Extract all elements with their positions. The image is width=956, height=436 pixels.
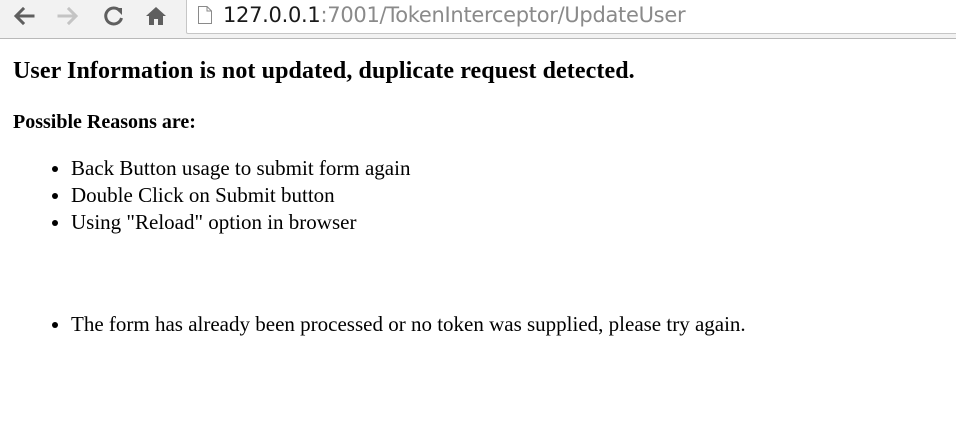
address-bar[interactable]: 127.0.0.1:7001/TokenInterceptor/UpdateUs… <box>186 0 956 34</box>
home-icon <box>146 7 166 25</box>
page-title: User Information is not updated, duplica… <box>13 58 635 84</box>
url-text: 127.0.0.1:7001/TokenInterceptor/UpdateUs… <box>223 1 686 29</box>
reload-button[interactable] <box>100 3 128 29</box>
url-host: 127.0.0.1 <box>223 3 321 27</box>
page-icon <box>198 6 212 24</box>
list-item: Double Click on Submit button <box>71 182 943 209</box>
list-item: Back Button usage to submit form again <box>71 155 943 182</box>
reasons-heading: Possible Reasons are: <box>13 111 196 133</box>
reasons-list: Back Button usage to submit form again D… <box>13 155 943 236</box>
reload-icon <box>104 6 123 26</box>
list-item: Using "Reload" option in browser <box>71 209 943 236</box>
home-button[interactable] <box>142 3 170 29</box>
forward-arrow-icon <box>57 6 79 26</box>
page-content: User Information is not updated, duplica… <box>13 39 943 338</box>
back-arrow-icon <box>13 6 35 26</box>
forward-button[interactable] <box>54 3 82 29</box>
url-path: :7001/TokenInterceptor/UpdateUser <box>320 3 686 27</box>
error-message: The form has already been processed or n… <box>71 311 943 338</box>
browser-toolbar: 127.0.0.1:7001/TokenInterceptor/UpdateUs… <box>0 0 956 39</box>
message-list: The form has already been processed or n… <box>13 311 943 338</box>
back-button[interactable] <box>10 3 38 29</box>
